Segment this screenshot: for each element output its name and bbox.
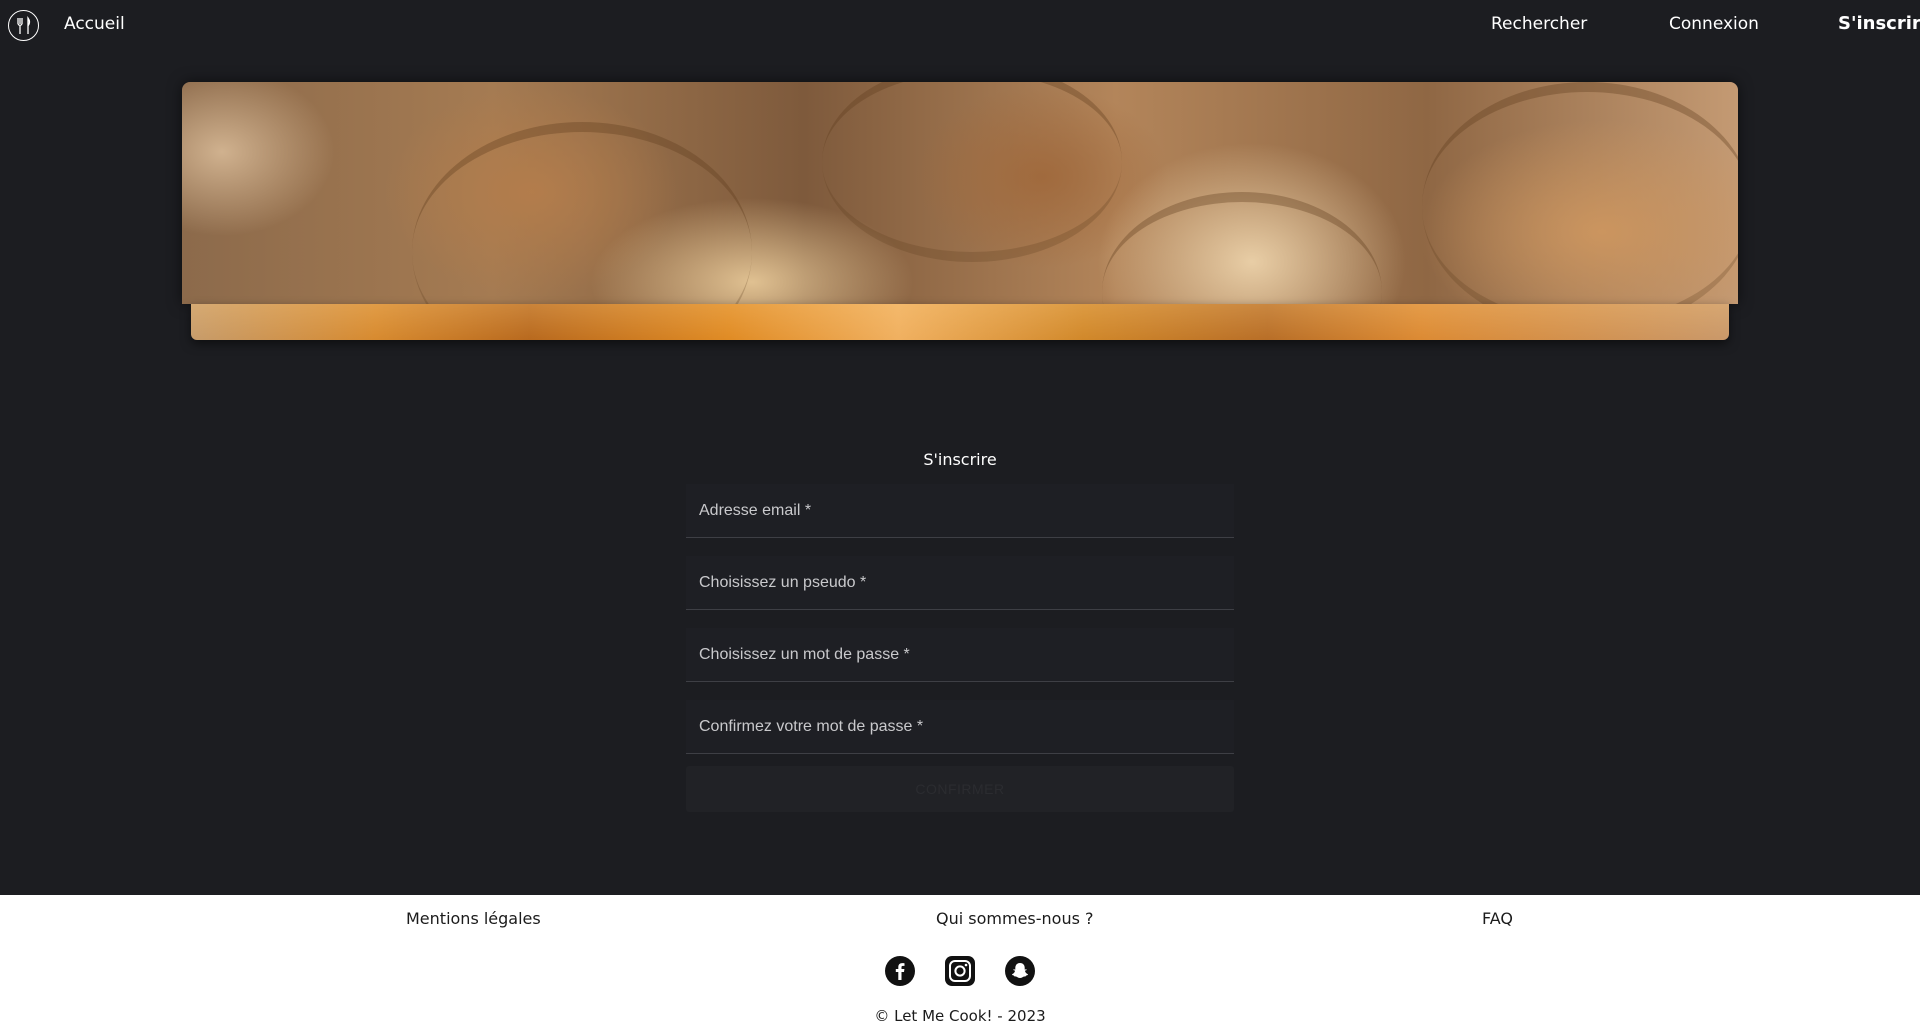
footer-link-faq[interactable]: FAQ <box>1482 909 1513 928</box>
croissant-shape <box>822 82 1122 262</box>
username-field[interactable] <box>686 556 1234 610</box>
nav-signup-link[interactable]: S'inscrire <box>1838 13 1920 34</box>
footer-link-about[interactable]: Qui sommes-nous ? <box>936 909 1094 928</box>
nav-login-link[interactable]: Connexion <box>1669 14 1759 34</box>
confirm-password-field[interactable] <box>686 700 1234 754</box>
copyright-text: © Let Me Cook! - 2023 <box>874 1007 1046 1025</box>
footer: Mentions légales Qui sommes-nous ? FAQ ©… <box>0 895 1920 1026</box>
facebook-svg <box>885 956 915 986</box>
password-input[interactable] <box>686 628 1234 681</box>
footer-link-legal[interactable]: Mentions légales <box>406 909 541 928</box>
hero-banner <box>182 82 1738 340</box>
email-field[interactable] <box>686 484 1234 538</box>
top-nav: Accueil Rechercher Connexion S'inscrire <box>0 0 1920 50</box>
confirm-button[interactable]: Confirmer <box>686 766 1234 812</box>
fork-knife-icon[interactable] <box>8 10 39 41</box>
logo-svg <box>16 15 30 34</box>
email-input[interactable] <box>686 484 1234 537</box>
snapchat-icon[interactable] <box>1004 955 1036 987</box>
croissant-shape <box>1102 192 1382 304</box>
signup-form-title: S'inscrire <box>923 450 997 469</box>
nav-search-link[interactable]: Rechercher <box>1491 14 1587 34</box>
croissant-shape <box>412 122 752 304</box>
confirm-password-input[interactable] <box>686 700 1234 753</box>
nav-home-link[interactable]: Accueil <box>64 14 125 34</box>
facebook-icon[interactable] <box>884 955 916 987</box>
instagram-icon[interactable] <box>944 955 976 987</box>
croissant-shape <box>1422 82 1738 304</box>
croissants-banner-image <box>182 82 1738 304</box>
banner-bottom-strip <box>191 304 1729 340</box>
snapchat-svg <box>1005 956 1035 986</box>
username-input[interactable] <box>686 556 1234 609</box>
password-field[interactable] <box>686 628 1234 682</box>
instagram-svg <box>945 956 975 986</box>
